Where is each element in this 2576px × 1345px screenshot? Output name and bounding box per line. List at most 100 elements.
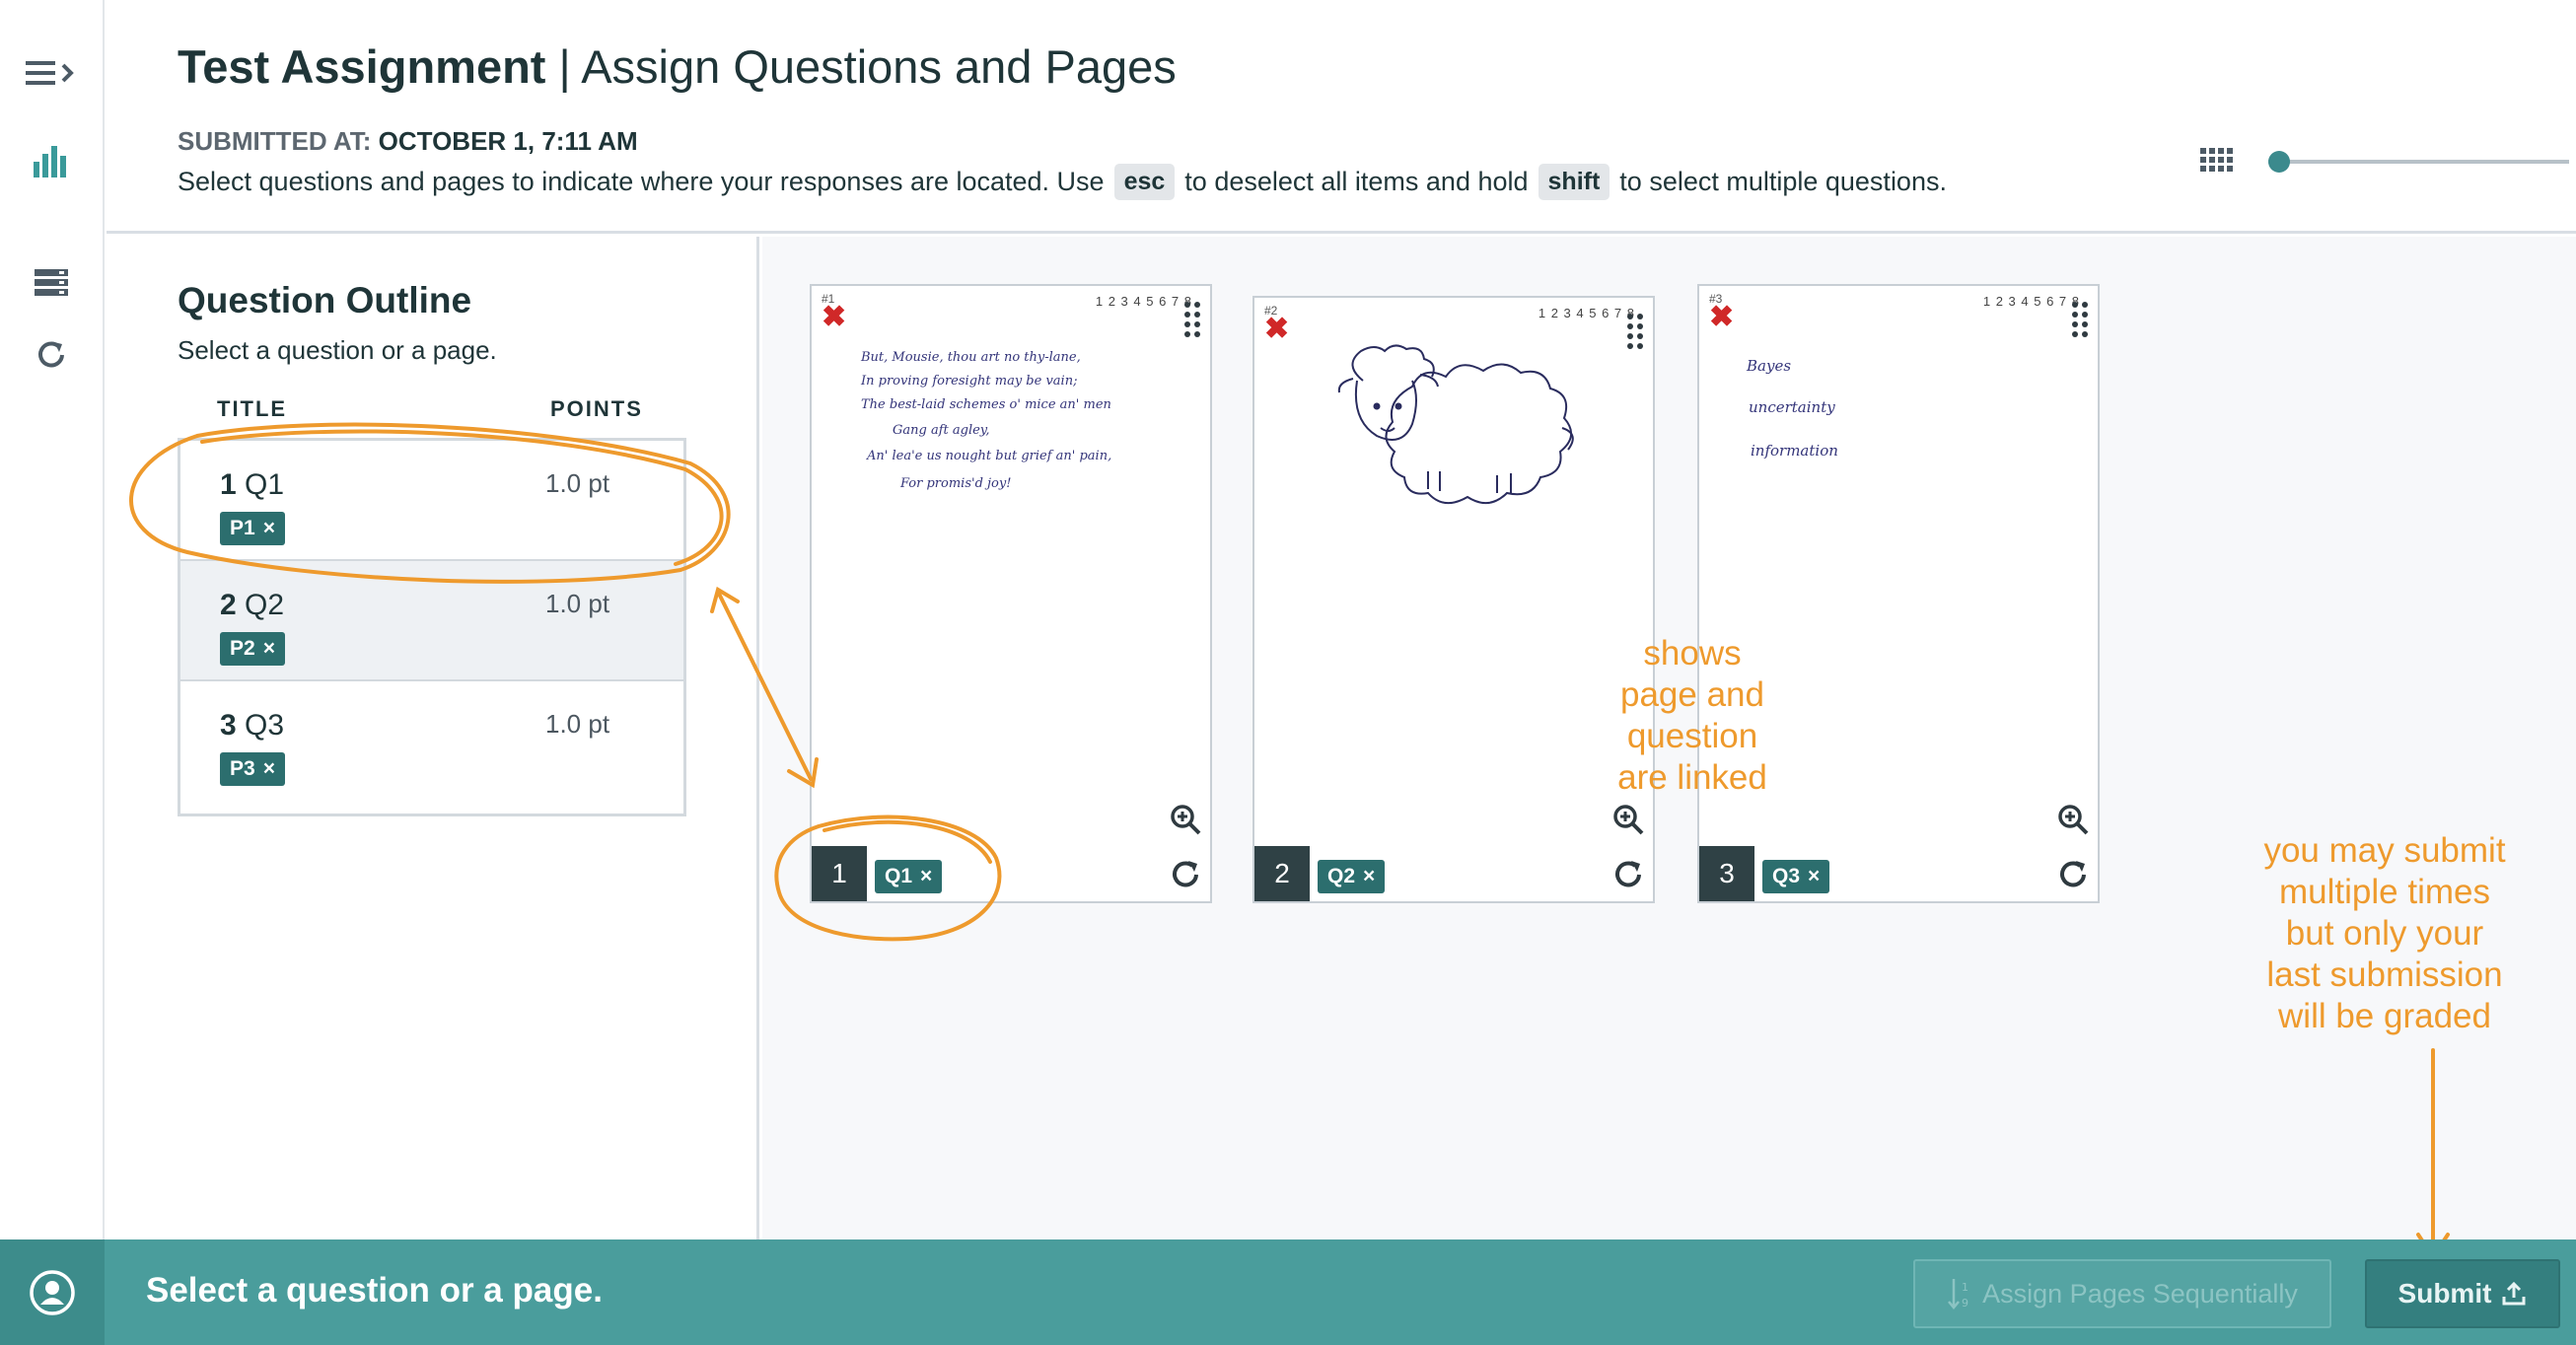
zoom-slider[interactable] [2194, 136, 2576, 185]
remove-tag-icon[interactable]: × [263, 637, 275, 661]
submit-button[interactable]: Submit [2365, 1259, 2560, 1328]
zoom-in-icon[interactable] [1611, 803, 1645, 836]
rotate-icon[interactable] [1169, 858, 1202, 891]
remove-page-icon[interactable]: ✖ [822, 300, 846, 334]
grid-icon[interactable] [2200, 148, 2234, 176]
annotation-line: page and [1620, 675, 1764, 714]
page-tag-label: P2 [230, 637, 255, 660]
page-tag-label: P1 [230, 517, 255, 539]
bar-chart-icon[interactable] [22, 132, 81, 187]
upload-icon [2502, 1281, 2526, 1306]
page-tag[interactable]: P2 × [220, 632, 285, 666]
zoom-in-icon[interactable] [1169, 803, 1202, 836]
question-number: 3 [220, 709, 237, 742]
title-separator: | [558, 40, 571, 93]
question-title: 2 Q2 [220, 589, 284, 622]
annotation-line: will be graded [2278, 997, 2491, 1035]
drag-handle-icon[interactable] [2072, 302, 2090, 339]
annotation-line: last submission [2266, 956, 2503, 994]
question-tag-label: Q2 [1327, 865, 1356, 887]
question-number: 1 [220, 468, 237, 501]
question-points: 1.0 pt [545, 709, 610, 739]
assign-sequential-label: Assign Pages Sequentially [1982, 1278, 2298, 1309]
zoom-in-icon[interactable] [2056, 803, 2090, 836]
zoom-knob[interactable] [2268, 151, 2290, 173]
question-points: 1.0 pt [545, 589, 610, 618]
annotation-line: but only your [2285, 914, 2484, 953]
sort-icon: 19 [1948, 1279, 1968, 1310]
question-row[interactable]: 2 Q2 1.0 pt P2 × [180, 561, 683, 681]
svg-text:1: 1 [1962, 1281, 1968, 1294]
annotation-linked-note: shows page and question are linked [1569, 633, 1816, 799]
remove-tag-icon[interactable]: × [1808, 865, 1820, 888]
handwriting-line: For promis'd joy! [899, 476, 1011, 491]
submitted-label: SUBMITTED AT: [178, 126, 372, 156]
user-icon[interactable] [0, 1239, 105, 1345]
remove-page-icon[interactable]: ✖ [1264, 312, 1289, 346]
submit-label: Submit [2397, 1278, 2492, 1309]
question-name: Q2 [245, 589, 285, 621]
key-esc: esc [1113, 164, 1176, 200]
assign-pages-sequentially-button[interactable]: 19 Assign Pages Sequentially [1913, 1259, 2331, 1328]
outline-heading: Question Outline [178, 280, 472, 320]
instruction-text-1: Select questions and pages to indicate w… [178, 167, 1105, 196]
handwritten-page-content: But, Mousie, thou art no thy-lane, In pr… [860, 350, 1111, 491]
handwritten-page-content: Bayes uncertainty information [1746, 357, 1838, 460]
outline-subheading: Select a question or a page. [178, 335, 497, 365]
question-tag[interactable]: Q2 × [1318, 860, 1386, 893]
assignment-name: Test Assignment [178, 40, 546, 93]
page-header: Test Assignment | Assign Questions and P… [107, 0, 2576, 234]
instruction-text-2: to deselect all items and hold [1184, 167, 1529, 196]
drag-handle-icon[interactable] [1627, 314, 1645, 351]
submitted-value: OCTOBER 1, 7:11 AM [378, 126, 638, 156]
handwriting-line: In proving foresight may be vain; [860, 374, 1077, 389]
question-number: 2 [220, 589, 237, 621]
col-points-header: POINTS [550, 396, 643, 421]
annotation-line: question [1626, 717, 1758, 755]
page-title: Test Assignment | Assign Questions and P… [178, 39, 1177, 94]
remove-tag-icon[interactable]: × [263, 757, 275, 781]
question-tag-label: Q3 [1772, 865, 1801, 887]
remove-tag-icon[interactable]: × [263, 517, 275, 540]
question-tag[interactable]: Q1 × [875, 860, 943, 893]
remove-tag-icon[interactable]: × [1363, 865, 1375, 888]
page-card[interactable]: But, Mousie, thou art no thy-lane, In pr… [810, 284, 1212, 903]
page-ruler: 1 2 3 4 5 6 7 8 [1095, 294, 1192, 309]
refresh-icon[interactable] [22, 327, 81, 383]
menu-expand-icon[interactable] [22, 45, 81, 101]
submitted-at: SUBMITTED AT: OCTOBER 1, 7:11 AM [178, 126, 638, 157]
list-icon[interactable] [22, 254, 81, 310]
rotate-icon[interactable] [2056, 858, 2090, 891]
rotate-icon[interactable] [1611, 858, 1645, 891]
page-number: 1 [812, 846, 867, 901]
remove-page-icon[interactable]: ✖ [1709, 300, 1734, 334]
question-title: 1 Q1 [220, 468, 284, 502]
sheep-drawing [1337, 344, 1574, 504]
handwriting-line: Gang aft agley, [893, 423, 990, 438]
question-tag[interactable]: Q3 × [1762, 860, 1830, 893]
instructions: Select questions and pages to indicate w… [178, 164, 1947, 200]
handwriting-line: An' lea'e us nought but grief an' pain, [866, 449, 1111, 463]
annotation-submit-note: you may submit multiple times but only y… [2237, 830, 2533, 1037]
page-ruler: 1 2 3 4 5 6 7 8 [1538, 306, 1635, 320]
instruction-text-3: to select multiple questions. [1619, 167, 1947, 196]
question-row[interactable]: 1 Q1 1.0 pt P1 × [180, 441, 683, 561]
page-card[interactable]: Bayes uncertainty information #3 ✖ 1 2 3… [1697, 284, 2100, 903]
question-points: 1.0 pt [545, 468, 610, 498]
page-card[interactable]: #2 ✖ 1 2 3 4 5 6 7 8 2 Q2 × [1252, 296, 1655, 903]
question-row[interactable]: 3 Q3 1.0 pt P3 × [180, 681, 683, 802]
footer-message: Select a question or a page. [146, 1271, 603, 1310]
page-subtitle: Assign Questions and Pages [581, 40, 1177, 93]
key-shift: shift [1538, 164, 1610, 200]
zoom-track[interactable] [2268, 160, 2569, 164]
page-tag-label: P3 [230, 757, 255, 780]
page-tag[interactable]: P1 × [220, 512, 285, 545]
page-ruler: 1 2 3 4 5 6 7 8 [1982, 294, 2080, 309]
annotation-line: are linked [1617, 758, 1767, 797]
handwriting-line: The best-laid schemes o' mice an' men [861, 397, 1111, 412]
svg-text:9: 9 [1962, 1297, 1968, 1310]
page-tag[interactable]: P3 × [220, 752, 285, 786]
drag-handle-icon[interactable] [1184, 302, 1202, 339]
remove-tag-icon[interactable]: × [920, 865, 932, 888]
annotation-line: shows [1643, 634, 1742, 672]
